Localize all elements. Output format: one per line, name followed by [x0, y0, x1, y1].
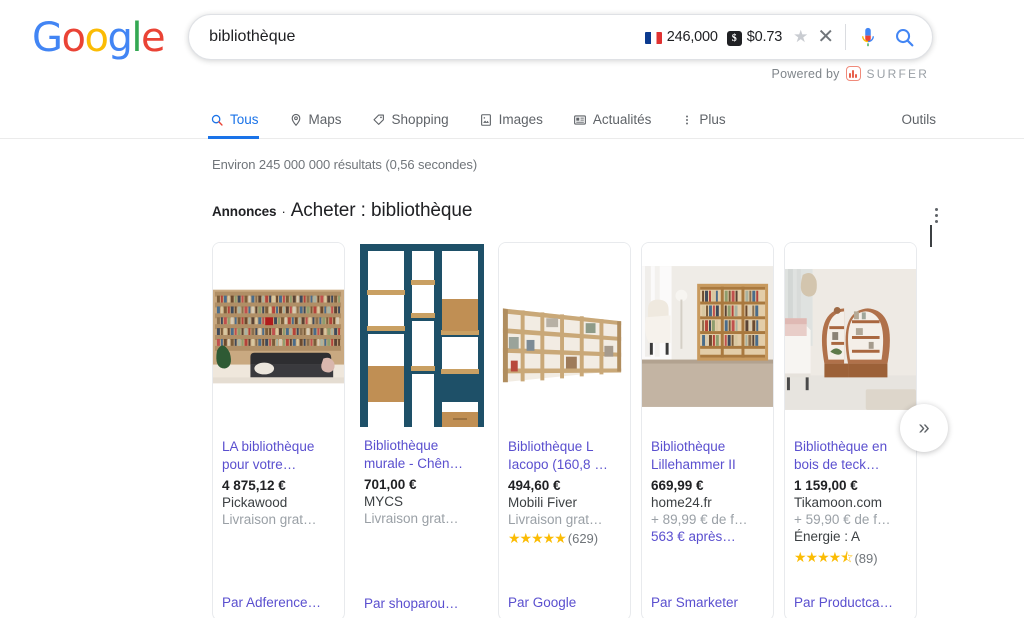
search-input[interactable]: bibliothèque: [209, 28, 645, 46]
product-image: [642, 243, 773, 430]
cpc-value: $0.73: [746, 29, 783, 45]
product-shipping-note: Livraison grat…: [508, 511, 603, 527]
surfer-brand-label: SURFER: [866, 66, 930, 81]
product-provider[interactable]: Par Smarketer: [651, 583, 764, 610]
microphone-icon[interactable]: [857, 26, 879, 48]
product-card[interactable]: LA bibliothèque pour votre… 4 875,12 € P…: [212, 242, 345, 618]
map-pin-icon: [289, 113, 303, 127]
tab-images[interactable]: Images: [479, 112, 557, 138]
product-merchant: Mobili Fiver: [508, 494, 578, 510]
product-rating: ★★★★⯪ (89): [794, 547, 907, 571]
search-volume-value: 246,000: [666, 29, 718, 45]
image-icon: [479, 113, 493, 127]
product-info: Bibliothèque Lillehammer II 669,99 € hom…: [642, 430, 773, 618]
search-divider: [845, 24, 847, 50]
product-image: [213, 243, 344, 430]
product-provider[interactable]: Par shoparou…: [364, 584, 479, 611]
product-price: 4 875,12 €: [222, 477, 286, 493]
ads-title: Acheter : bibliothèque: [290, 200, 473, 221]
tab-label: Images: [498, 112, 543, 127]
surfer-logo-icon: [845, 66, 861, 81]
product-energy-label: Énergie : A: [794, 528, 861, 544]
nav-tabs: Tous Maps Shopping Images Actualités Plu…: [208, 112, 756, 139]
tab-maps[interactable]: Maps: [289, 112, 356, 138]
product-provider[interactable]: Par Productca…: [794, 583, 907, 610]
tools-button[interactable]: Outils: [901, 112, 936, 127]
search-box[interactable]: bibliothèque 246,000 $ $0.73 ★ ✕: [188, 14, 934, 60]
product-shipping-note: Livraison grat…: [222, 511, 317, 527]
product-provider[interactable]: Par Adference…: [222, 583, 335, 610]
product-price: 669,99 €: [651, 477, 704, 493]
tab-label: Shopping: [391, 112, 449, 127]
product-title[interactable]: Bibliothèque en bois de teck…: [794, 438, 907, 474]
product-title[interactable]: Bibliothèque Lillehammer II: [651, 438, 764, 474]
product-card[interactable]: Bibliothèque en bois de teck… 1 159,00 €…: [784, 242, 917, 618]
rating-count: (89): [854, 551, 878, 567]
product-merchant: Tikamoon.com: [794, 494, 883, 510]
ads-separator: ·: [281, 204, 286, 219]
product-title[interactable]: LA bibliothèque pour votre…: [222, 438, 335, 474]
product-info: Bibliothèque en bois de teck… 1 159,00 €…: [785, 430, 916, 618]
search-nav-bar: Tous Maps Shopping Images Actualités Plu…: [0, 95, 1024, 139]
product-card[interactable]: Bibliothèque murale - Chên… 701,00 € MYC…: [355, 242, 488, 618]
product-provider[interactable]: Par Google: [508, 583, 621, 610]
product-price: 1 159,00 €: [794, 477, 858, 493]
rating-count: (629): [567, 530, 599, 546]
tab-label: Tous: [230, 112, 259, 127]
more-vertical-icon: [681, 113, 693, 127]
product-rating: ★★★★★ (629): [508, 530, 621, 547]
product-info: Bibliothèque murale - Chên… 701,00 € MYC…: [355, 429, 488, 618]
product-merchant: MYCS: [364, 493, 404, 509]
tab-actualites[interactable]: Actualités: [573, 112, 666, 138]
product-offer-note[interactable]: 563 € après…: [651, 529, 764, 544]
magnifier-icon: [210, 113, 224, 127]
product-cards-row: LA bibliothèque pour votre… 4 875,12 € P…: [212, 242, 948, 618]
tab-shopping[interactable]: Shopping: [372, 112, 463, 138]
tab-tous[interactable]: Tous: [208, 112, 273, 139]
search-area: bibliothèque 246,000 $ $0.73 ★ ✕ Powered…: [188, 14, 934, 81]
product-title[interactable]: Bibliothèque murale - Chên…: [364, 437, 479, 473]
page-header: Google bibliothèque 246,000 $ $0.73 ★ ✕: [0, 0, 1024, 95]
product-image: [355, 242, 488, 429]
product-shipping-note: + 59,90 € de f…: [794, 511, 891, 527]
powered-by-label: Powered by: [771, 66, 840, 81]
surfer-metrics: 246,000 $ $0.73: [644, 29, 783, 46]
tab-label: Plus: [699, 112, 726, 127]
product-card[interactable]: Bibliothèque L Iacopo (160,8 … 494,60 € …: [498, 242, 631, 618]
tab-plus[interactable]: Plus: [681, 112, 739, 138]
star-rating-icon: ★★★★★: [508, 529, 567, 546]
product-info: LA bibliothèque pour votre… 4 875,12 € P…: [213, 430, 344, 618]
product-merchant: home24.fr: [651, 494, 712, 510]
product-shipping-note: + 89,99 € de f…: [651, 511, 748, 527]
kebab-menu-icon[interactable]: [924, 203, 948, 227]
star-rating-icon: ★★★★⯪: [794, 548, 853, 565]
ads-label: Annonces: [212, 204, 277, 219]
results-content: Environ 245 000 000 résultats (0,56 seco…: [0, 139, 1024, 618]
magnifier-icon[interactable]: [893, 26, 916, 49]
price-tag-icon: [372, 113, 386, 127]
shopping-ads-block: Annonces · Acheter : bibliothèque LA bib…: [212, 200, 948, 618]
results-stats: Environ 245 000 000 résultats (0,56 seco…: [212, 157, 478, 172]
tab-label: Maps: [308, 112, 342, 127]
news-icon: [573, 113, 587, 127]
product-title[interactable]: Bibliothèque L Iacopo (160,8 …: [508, 438, 621, 474]
ads-header: Annonces · Acheter : bibliothèque: [212, 200, 938, 247]
product-price: 701,00 €: [364, 476, 417, 492]
google-logo[interactable]: Google: [32, 18, 166, 58]
product-card[interactable]: Bibliothèque Lillehammer II 669,99 € hom…: [641, 242, 774, 618]
tab-label: Actualités: [592, 112, 652, 127]
powered-by-surfer: Powered by SURFER: [772, 66, 930, 81]
cpc-badge-icon: $: [726, 30, 742, 46]
product-merchant: Pickawood: [222, 494, 288, 510]
product-image: [785, 243, 916, 430]
star-icon[interactable]: ★: [793, 27, 808, 47]
chevron-double-right-icon[interactable]: »: [900, 404, 948, 452]
product-price: 494,60 €: [508, 477, 561, 493]
text-cursor: [930, 225, 932, 247]
product-info: Bibliothèque L Iacopo (160,8 … 494,60 € …: [499, 430, 630, 618]
product-image: [499, 243, 630, 430]
flag-fr-icon: [644, 32, 662, 44]
close-icon[interactable]: ✕: [817, 27, 834, 47]
product-shipping-note: Livraison grat…: [364, 510, 459, 526]
